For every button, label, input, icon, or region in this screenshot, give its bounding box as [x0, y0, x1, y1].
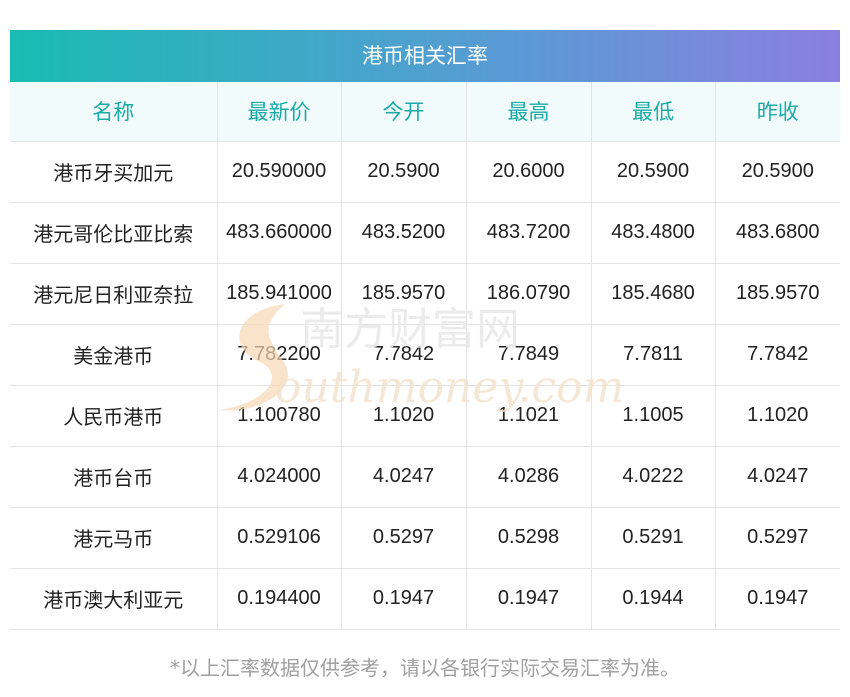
cell-high: 1.1021 — [466, 385, 592, 447]
cell-latest: 20.590000 — [217, 141, 342, 203]
cell-high: 4.0286 — [466, 446, 592, 508]
cell-open: 185.9570 — [341, 263, 467, 325]
table-row: 港元哥伦比亚比索 483.660000 483.5200 483.7200 48… — [10, 202, 840, 264]
header-low: 最低 — [591, 82, 716, 142]
cell-prev-close: 4.0247 — [715, 446, 840, 508]
cell-low: 20.5900 — [591, 141, 716, 203]
cell-latest: 0.194400 — [217, 568, 342, 630]
cell-name: 港币牙买加元 — [10, 141, 218, 203]
cell-open: 20.5900 — [341, 141, 467, 203]
cell-open: 0.1947 — [341, 568, 467, 630]
cell-high: 483.7200 — [466, 202, 592, 264]
cell-latest: 185.941000 — [217, 263, 342, 325]
header-high: 最高 — [466, 82, 592, 142]
cell-low: 0.1944 — [591, 568, 716, 630]
cell-name: 港元马币 — [10, 507, 218, 569]
header-latest: 最新价 — [217, 82, 342, 142]
cell-name: 港币澳大利亚元 — [10, 568, 218, 630]
table-row: 港币牙买加元 20.590000 20.5900 20.6000 20.5900… — [10, 141, 840, 203]
cell-prev-close: 0.1947 — [715, 568, 840, 630]
table-row: 人民币港币 1.100780 1.1020 1.1021 1.1005 1.10… — [10, 385, 840, 447]
cell-name: 港币台币 — [10, 446, 218, 508]
cell-prev-close: 483.6800 — [715, 202, 840, 264]
table-row: 美金港币 7.782200 7.7842 7.7849 7.7811 7.784… — [10, 324, 840, 386]
table-row: 港币澳大利亚元 0.194400 0.1947 0.1947 0.1944 0.… — [10, 568, 840, 630]
cell-latest: 7.782200 — [217, 324, 342, 386]
cell-name: 港元哥伦比亚比索 — [10, 202, 218, 264]
cell-name: 美金港币 — [10, 324, 218, 386]
cell-open: 0.5297 — [341, 507, 467, 569]
cell-high: 20.6000 — [466, 141, 592, 203]
cell-prev-close: 0.5297 — [715, 507, 840, 569]
cell-high: 0.1947 — [466, 568, 592, 630]
cell-open: 4.0247 — [341, 446, 467, 508]
cell-prev-close: 1.1020 — [715, 385, 840, 447]
cell-prev-close: 185.9570 — [715, 263, 840, 325]
table-row: 港元马币 0.529106 0.5297 0.5298 0.5291 0.529… — [10, 507, 840, 569]
cell-latest: 0.529106 — [217, 507, 342, 569]
header-prev-close: 昨收 — [715, 82, 840, 142]
table-row: 港币台币 4.024000 4.0247 4.0286 4.0222 4.024… — [10, 446, 840, 508]
header-name: 名称 — [10, 82, 218, 142]
exchange-rate-table: 名称 最新价 今开 最高 最低 昨收 港币牙买加元 20.590000 20.5… — [10, 82, 840, 630]
exchange-rate-table-container: 港币相关汇率 名称 最新价 今开 最高 最低 昨收 港币牙买加元 20.5900… — [10, 30, 840, 630]
cell-prev-close: 20.5900 — [715, 141, 840, 203]
footnote: *以上汇率数据仅供参考，请以各银行实际交易汇率为准。 — [170, 656, 680, 680]
cell-high: 186.0790 — [466, 263, 592, 325]
cell-name: 港元尼日利亚奈拉 — [10, 263, 218, 325]
table-title: 港币相关汇率 — [10, 30, 840, 82]
cell-open: 7.7842 — [341, 324, 467, 386]
cell-low: 1.1005 — [591, 385, 716, 447]
cell-latest: 483.660000 — [217, 202, 342, 264]
header-open: 今开 — [341, 82, 467, 142]
cell-low: 0.5291 — [591, 507, 716, 569]
cell-open: 483.5200 — [341, 202, 467, 264]
cell-latest: 1.100780 — [217, 385, 342, 447]
cell-latest: 4.024000 — [217, 446, 342, 508]
cell-low: 7.7811 — [591, 324, 716, 386]
cell-name: 人民币港币 — [10, 385, 218, 447]
cell-high: 7.7849 — [466, 324, 592, 386]
table-row: 港元尼日利亚奈拉 185.941000 185.9570 186.0790 18… — [10, 263, 840, 325]
cell-high: 0.5298 — [466, 507, 592, 569]
cell-low: 185.4680 — [591, 263, 716, 325]
cell-low: 4.0222 — [591, 446, 716, 508]
cell-open: 1.1020 — [341, 385, 467, 447]
cell-prev-close: 7.7842 — [715, 324, 840, 386]
table-header-row: 名称 最新价 今开 最高 最低 昨收 — [10, 82, 840, 142]
cell-low: 483.4800 — [591, 202, 716, 264]
